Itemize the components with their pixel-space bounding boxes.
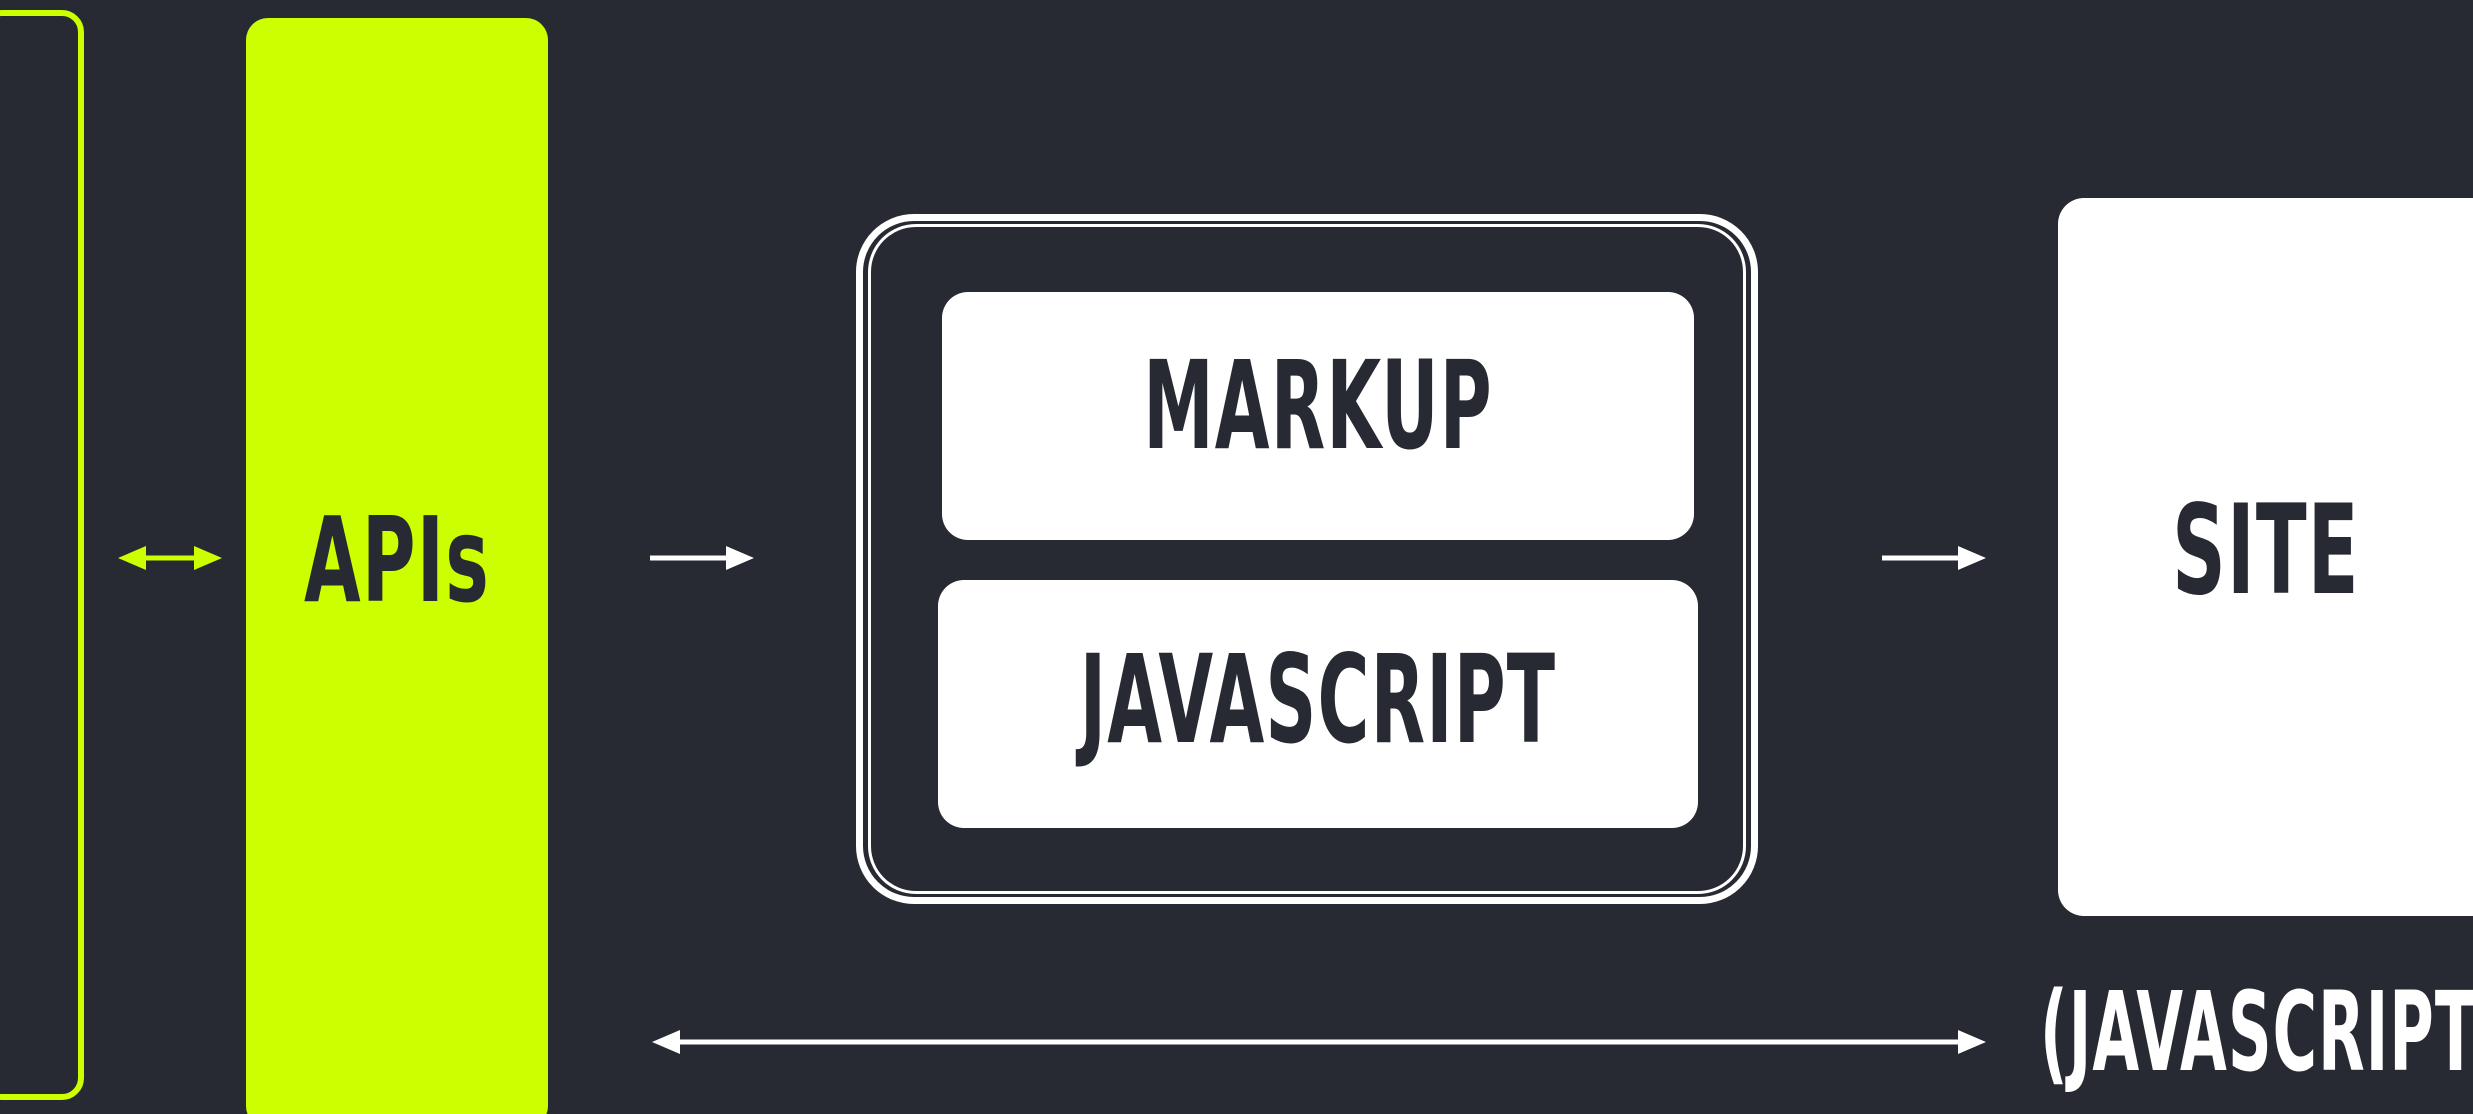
javascript-label: JAVASCRIPT (1079, 629, 1557, 771)
arrow-right-icon (1882, 546, 1986, 570)
apis-label: APIs (304, 491, 490, 629)
bottom-javascript-label: (JAVASCRIPT) (2040, 968, 2473, 1096)
markup-label: MARKUP (1143, 335, 1493, 477)
double-arrow-icon (652, 1030, 1986, 1054)
arrow-right-icon (650, 546, 754, 570)
left-partial-frame (0, 10, 84, 1100)
double-arrow-icon (118, 546, 222, 570)
site-label: SITE (2172, 479, 2360, 623)
